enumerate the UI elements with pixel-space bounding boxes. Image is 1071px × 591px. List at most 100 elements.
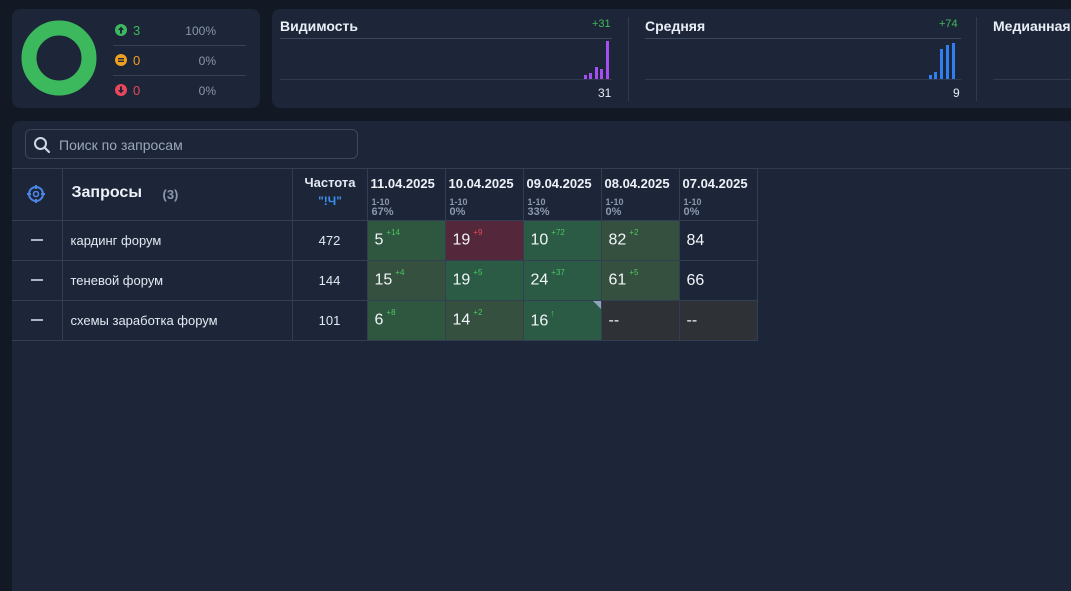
row-toggle[interactable] <box>12 300 63 341</box>
position-value: 84 <box>686 231 705 249</box>
donut-arc-up <box>21 20 97 96</box>
spark-bar <box>600 69 603 79</box>
position-cell[interactable]: 14 +2 <box>444 300 524 341</box>
position-value: 15 <box>374 271 393 289</box>
header-date[interactable]: 10.04.2025 1-10 0% <box>444 168 524 221</box>
spark-bar <box>584 75 587 79</box>
sparkline-visibility <box>584 41 609 79</box>
dist-pct-down: 0% <box>198 84 216 98</box>
queries-count: (3) <box>162 187 179 202</box>
metric-separator <box>628 17 629 101</box>
row-toggle[interactable] <box>12 220 63 261</box>
position-change: +8 <box>386 308 396 318</box>
date-label: 08.04.2025 <box>604 176 670 191</box>
metric-divider-line <box>280 38 612 39</box>
header-date[interactable]: 08.04.2025 1-10 0% <box>600 168 680 221</box>
metric-value: 9 <box>953 86 960 100</box>
position-cell[interactable]: 82 +2 <box>600 220 680 261</box>
query-text[interactable]: кардинг форум <box>61 220 293 261</box>
position-change: ↑ <box>550 307 555 318</box>
frequency-type[interactable]: "!Ч" <box>293 194 368 208</box>
position-cell[interactable]: 10 +72 <box>522 220 602 261</box>
metric-baseline <box>280 79 612 80</box>
position-value: -- <box>608 311 620 329</box>
query-frequency: 101 <box>291 300 368 341</box>
spark-bar <box>929 75 932 79</box>
search-icon <box>34 137 51 154</box>
position-cell[interactable]: 15 +4 <box>366 260 446 301</box>
position-cell[interactable]: 16 ↑ <box>522 300 602 341</box>
date-label: 10.04.2025 <box>448 176 514 191</box>
metric-delta: +74 <box>939 18 958 30</box>
date-top-pct: 33% <box>527 206 550 218</box>
dist-count-up: 3 <box>133 23 141 38</box>
metric-title: Видимость <box>280 18 358 34</box>
position-cell[interactable]: -- <box>678 300 758 341</box>
header-date[interactable]: 07.04.2025 1-10 0% <box>678 168 758 221</box>
position-value: 16 <box>530 312 549 330</box>
frequency-label: Частота <box>304 175 356 190</box>
metric-separator <box>976 17 977 101</box>
position-cell[interactable]: 24 +37 <box>522 260 602 301</box>
dist-count-down: 0 <box>133 83 141 98</box>
header-frequency[interactable]: Частота "!Ч" <box>291 168 368 221</box>
position-change: +5 <box>629 268 639 278</box>
queries-label: Запросы <box>71 184 142 201</box>
query-text[interactable]: схемы заработка форум <box>61 300 293 341</box>
spark-bar <box>606 41 609 79</box>
position-value: 5 <box>374 231 384 249</box>
position-cell[interactable]: 66 <box>678 260 758 301</box>
minus-icon[interactable] <box>30 239 43 242</box>
spark-bar <box>589 73 592 79</box>
spark-bar <box>952 43 955 79</box>
distribution-donut <box>21 20 97 96</box>
search-input[interactable] <box>57 134 351 156</box>
metric-value: 31 <box>598 86 612 100</box>
position-value: 82 <box>608 231 627 249</box>
spark-bar <box>934 72 937 79</box>
metric-divider-line <box>645 38 961 39</box>
position-value: 61 <box>608 271 627 289</box>
header-target-cell[interactable] <box>12 168 63 221</box>
header-date[interactable]: 11.04.2025 1-10 67% <box>366 168 446 221</box>
metric-average[interactable]: Средняя +74 9 <box>637 9 970 108</box>
position-cell[interactable]: 5 +14 <box>366 220 446 261</box>
spark-bar <box>595 67 598 79</box>
date-top-pct: 0% <box>683 206 700 218</box>
minus-icon[interactable] <box>30 319 43 322</box>
row-toggle[interactable] <box>12 260 63 301</box>
queries-panel: Запросы (3) Частота "!Ч" 11.04.2025 1-10… <box>12 121 1071 591</box>
position-cell[interactable]: 84 <box>678 220 758 261</box>
target-icon[interactable] <box>26 184 46 204</box>
dist-count-same: 0 <box>133 53 141 68</box>
table-row: кардинг форум 472 5 +14 19 +9 10 +72 82 +2 8… <box>12 220 758 261</box>
arrow-down-icon <box>115 84 127 96</box>
position-value: -- <box>686 311 698 329</box>
note-corner-icon[interactable] <box>592 301 601 309</box>
distribution-card: 3 100% 0 0% 0 0% <box>12 9 260 108</box>
position-value: 14 <box>452 311 471 329</box>
position-cell[interactable]: 6 +8 <box>366 300 446 341</box>
position-cell[interactable]: 19 +9 <box>444 220 524 261</box>
position-cell[interactable]: 61 +5 <box>600 260 680 301</box>
positions-table: Запросы (3) Частота "!Ч" 11.04.2025 1-10… <box>12 168 758 341</box>
spark-bar <box>946 45 949 79</box>
position-change: +72 <box>551 228 565 238</box>
query-text[interactable]: теневой форум <box>61 260 293 301</box>
sparkline-average <box>929 43 955 79</box>
position-value: 19 <box>452 231 471 249</box>
spark-bar <box>940 49 943 79</box>
metric-visibility[interactable]: Видимость +31 31 <box>272 9 612 108</box>
header-date[interactable]: 09.04.2025 1-10 33% <box>522 168 602 221</box>
arrow-up-icon <box>115 24 127 36</box>
metric-median[interactable]: Медианная <box>985 9 1071 108</box>
position-cell[interactable]: 19 +5 <box>444 260 524 301</box>
position-value: 10 <box>530 231 549 249</box>
date-top-pct: 0% <box>605 206 622 218</box>
search-box[interactable] <box>25 129 358 159</box>
dist-row-down: 0 0% <box>113 76 246 105</box>
minus-icon[interactable] <box>30 279 43 282</box>
header-queries[interactable]: Запросы (3) <box>61 168 293 221</box>
position-cell[interactable]: -- <box>600 300 680 341</box>
metric-title: Медианная <box>993 18 1071 34</box>
